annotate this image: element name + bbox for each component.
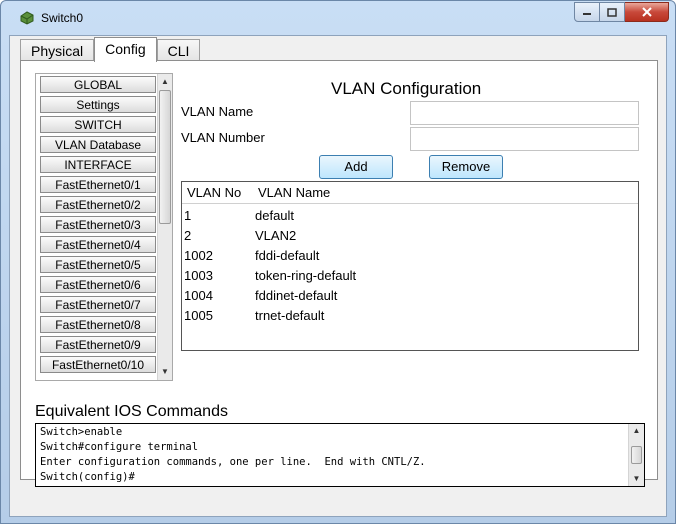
table-row[interactable]: 1002 fddi-default	[182, 246, 638, 266]
ios-line: Switch#configure terminal	[40, 441, 199, 453]
nav-item-settings[interactable]: Settings	[40, 96, 156, 113]
minimize-icon	[583, 13, 591, 15]
ios-commands-console[interactable]: Switch>enable Switch#configure terminal …	[35, 423, 645, 487]
vlan-name-cell: fddi-default	[255, 248, 320, 263]
ios-scrollbar[interactable]: ▲ ▼	[628, 424, 644, 486]
vlan-table-header: VLAN No VLAN Name	[182, 182, 638, 204]
vlan-number-label: VLAN Number	[181, 130, 265, 145]
ios-line: Enter configuration commands, one per li…	[40, 456, 426, 468]
ios-commands-title: Equivalent IOS Commands	[35, 403, 228, 420]
nav-item-fastethernet0-4[interactable]: FastEthernet0/4	[40, 236, 156, 253]
vlan-name-cell: trnet-default	[255, 308, 325, 323]
nav-item-fastethernet0-2[interactable]: FastEthernet0/2	[40, 196, 156, 213]
vlan-config-title: VLAN Configuration	[331, 79, 482, 98]
vlan-name-cell: default	[255, 208, 295, 223]
scroll-down-icon[interactable]: ▼	[158, 365, 172, 379]
table-row[interactable]: 1004 fddinet-default	[182, 286, 638, 306]
nav-item-global[interactable]: GLOBAL	[40, 76, 156, 93]
column-header-vlan-name[interactable]: VLAN Name	[258, 185, 330, 200]
maximize-button[interactable]	[600, 2, 625, 22]
table-row[interactable]: 1 default	[182, 206, 638, 226]
remove-button[interactable]: Remove	[429, 155, 503, 179]
ios-line: Switch(config)#	[40, 471, 135, 483]
nav-item-fastethernet0-1[interactable]: FastEthernet0/1	[40, 176, 156, 193]
vlan-name-label: VLAN Name	[181, 104, 254, 119]
vlan-no-cell: 1003	[184, 268, 213, 283]
nav-item-fastethernet0-3[interactable]: FastEthernet0/3	[40, 216, 156, 233]
vlan-name-input[interactable]	[410, 101, 639, 125]
app-window: Switch0 Physical Config CLI GLOBAL Setti…	[0, 0, 676, 524]
ios-scroll-thumb[interactable]	[631, 446, 642, 464]
table-row[interactable]: 1005 trnet-default	[182, 306, 638, 326]
close-button[interactable]	[625, 2, 669, 22]
tab-bar: Physical Config CLI	[20, 37, 201, 62]
nav-item-vlan-database[interactable]: VLAN Database	[40, 136, 156, 153]
nav-item-fastethernet0-9[interactable]: FastEthernet0/9	[40, 336, 156, 353]
vlan-no-cell: 2	[184, 228, 192, 243]
tab-physical[interactable]: Physical	[20, 39, 95, 62]
config-panel: GLOBAL Settings SWITCH VLAN Database INT…	[20, 60, 658, 487]
table-row[interactable]: 2 VLAN2	[182, 226, 638, 246]
tab-config[interactable]: Config	[94, 37, 157, 62]
vlan-no-cell: 1005	[184, 308, 213, 323]
vlan-name-cell: VLAN2	[255, 228, 297, 243]
nav-item-interface[interactable]: INTERFACE	[40, 156, 156, 173]
nav-item-fastethernet0-8[interactable]: FastEthernet0/8	[40, 316, 156, 333]
nav-item-switch[interactable]: SWITCH	[40, 116, 156, 133]
nav-scroll-thumb[interactable]	[159, 90, 171, 224]
nav-item-fastethernet0-7[interactable]: FastEthernet0/7	[40, 296, 156, 313]
ios-line: Switch>enable	[40, 426, 123, 438]
nav-item-fastethernet0-10[interactable]: FastEthernet0/10	[40, 356, 156, 373]
nav-item-fastethernet0-6[interactable]: FastEthernet0/6	[40, 276, 156, 293]
column-header-vlan-no[interactable]: VLAN No	[187, 185, 241, 200]
vlan-no-cell: 1	[184, 208, 192, 223]
scroll-down-icon[interactable]: ▼	[629, 472, 644, 486]
minimize-button[interactable]	[574, 2, 600, 22]
close-icon	[641, 7, 652, 17]
window-content: Physical Config CLI GLOBAL Settings SWIT…	[9, 35, 667, 517]
config-nav-list: GLOBAL Settings SWITCH VLAN Database INT…	[35, 73, 173, 381]
nav-scrollbar[interactable]: ▲ ▼	[157, 74, 172, 380]
vlan-number-row: VLAN Number	[181, 127, 639, 151]
vlan-no-cell: 1004	[184, 288, 213, 303]
scroll-up-icon[interactable]: ▲	[158, 75, 172, 89]
table-row[interactable]: 1003 token-ring-default	[182, 266, 638, 286]
vlan-table: VLAN No VLAN Name 1 default 2 VLAN2 1002…	[181, 181, 639, 351]
vlan-number-input[interactable]	[410, 127, 639, 151]
vlan-no-cell: 1002	[184, 248, 213, 263]
tab-cli[interactable]: CLI	[156, 39, 201, 62]
add-button[interactable]: Add	[319, 155, 393, 179]
title-bar: Switch0	[1, 1, 675, 35]
nav-item-fastethernet0-5[interactable]: FastEthernet0/5	[40, 256, 156, 273]
vlan-name-row: VLAN Name	[181, 101, 639, 125]
scroll-up-icon[interactable]: ▲	[629, 424, 644, 438]
vlan-name-cell: token-ring-default	[255, 268, 357, 283]
vlan-name-cell: fddinet-default	[255, 288, 338, 303]
window-title: Switch0	[41, 11, 84, 25]
maximize-icon	[607, 7, 617, 17]
switch-app-icon	[20, 11, 34, 25]
